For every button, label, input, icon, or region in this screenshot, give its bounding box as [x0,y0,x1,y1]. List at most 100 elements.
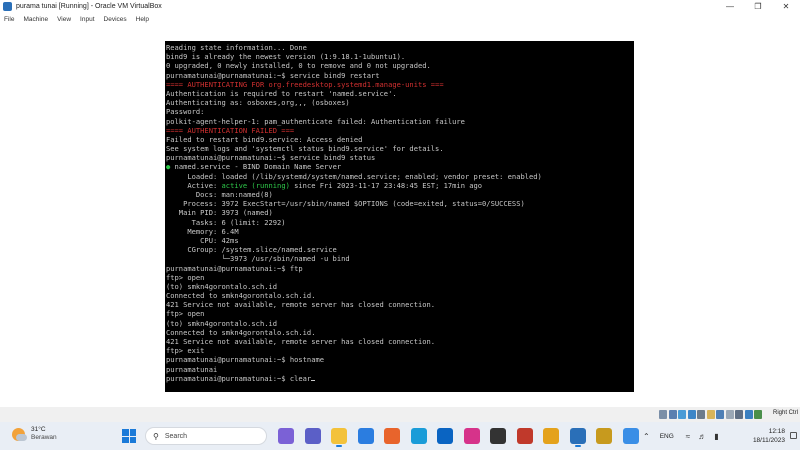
menu-bar: File Machine View Input Devices Help [0,13,800,25]
terminal-line: See system logs and 'systemctl status bi… [166,144,444,154]
terminal-line: CGroup: /system.slice/named.service [166,245,337,255]
terminal-line: Authentication is required to restart 'n… [166,88,397,98]
terminal-line: CPU: 42ms [166,235,239,245]
network-icon[interactable] [687,410,696,419]
device-indicators [658,410,762,419]
video-capture-icon[interactable] [725,410,734,419]
chevron-up-icon[interactable]: ⌃ [643,432,650,441]
terminal-line: Tasks: 6 (limit: 2292) [166,217,286,227]
terminal-line: ftp> exit [166,346,205,356]
menu-file[interactable]: File [4,16,14,23]
shared-folders-icon[interactable] [706,410,715,419]
terminal-line: 421 Service not available, remote server… [166,337,436,346]
terminal-line: Main PID: 3973 (named) [166,208,273,218]
terminal-line: 421 Service not available, remote server… [166,300,436,310]
system-tray: ⌃ ENG ≈ ♬ ▮ [643,422,727,450]
audio-icon[interactable] [678,410,686,419]
window-controls: — ❐ ✕ [716,0,800,13]
cpu-icon[interactable] [735,410,743,419]
maximize-button[interactable]: ❐ [744,0,772,13]
window-title-bar: purama tunai [Running] - Oracle VM Virtu… [0,0,800,13]
close-button[interactable]: ✕ [772,0,800,13]
vbox-status-bar: Right Ctrl [0,407,800,422]
chrome-icon[interactable] [543,428,559,444]
weather-cloudy-icon [12,427,27,441]
firefox-icon[interactable] [384,428,400,444]
app-w-icon[interactable] [463,428,480,444]
menu-devices[interactable]: Devices [104,16,127,23]
battery-icon[interactable]: ▮ [714,432,718,441]
weather-condition: Berawan [31,434,57,441]
weather-widget[interactable]: 31°C Berawan [12,426,57,442]
terminal-line: polkit-agent-helper-1: pam_authenticate … [166,116,465,126]
terminal-line: Reading state information... Done [166,43,307,52]
clock[interactable]: 12:18 18/11/2023 [735,427,785,445]
terminal-line: └─3973 /usr/sbin/named -u bind [166,254,350,264]
terminal-line: purnamatunai@purnamatunai:~$ hostname [166,355,325,365]
menu-input[interactable]: Input [80,16,94,23]
harddisk-icon[interactable] [659,410,667,419]
menu-machine[interactable]: Machine [23,16,48,23]
terminal-line: Loaded: loaded (/lib/systemd/system/name… [166,171,542,181]
terminal-line: ftp> open [166,309,205,319]
language-indicator[interactable]: ENG [660,433,674,440]
optical-drive-icon[interactable] [668,410,677,419]
terminal-line: ftp> open [166,272,205,282]
terminal-line: Connected to smkn4gorontalo.sch.id. [166,291,316,301]
terminal-console[interactable]: Reading state information... Done bind9 i… [165,41,634,392]
terminal-line: 0 upgraded, 0 newly installed, 0 to remo… [166,61,431,71]
store-icon[interactable] [357,428,374,444]
terminal-line: bind9 is already the newest version (1:9… [166,52,406,62]
minimize-button[interactable]: — [716,0,744,13]
terminal-line: ==== AUTHENTICATION FAILED === [166,125,295,135]
teams-icon[interactable] [304,428,321,444]
terminal-line: purnamatunai [166,364,218,374]
clock-date: 18/11/2023 [752,437,785,444]
edge-icon[interactable] [410,428,427,444]
terminal-line: (to) smkn4gorontalo.sch.id [166,281,278,291]
clock-time: 12:18 [768,428,785,435]
window-title: purama tunai [Running] - Oracle VM Virtu… [16,3,162,10]
notification-icon[interactable] [790,432,797,439]
file-explorer-icon[interactable] [331,428,347,447]
display-icon[interactable] [716,410,724,419]
terminal-line: Active: active (running) since Fri 2023-… [166,180,483,190]
usb-icon[interactable] [697,410,705,419]
terminal-cursor [311,379,316,381]
volume-icon[interactable]: ♬ [698,432,706,441]
search-label: Search [164,432,188,440]
terminal-line: Authenticating as: osboxes,org,,, (osbox… [166,98,350,108]
virtualbox-icon[interactable] [569,428,586,447]
terminal-line: Failed to restart bind9.service: Access … [166,134,363,144]
vm-display: Reading state information... Done bind9 i… [0,25,800,407]
search-icon: ⚲ [153,431,159,441]
mouse-integration-icon[interactable] [744,410,753,419]
terminal-line: purnamatunai@purnamatunai:~$ service bin… [166,70,380,80]
terminal-line: purnamatunai@purnamatunai:~$ clear [166,374,633,383]
app-yellow-icon[interactable] [596,428,612,444]
pinned-apps [278,428,649,447]
terminal-line: Docs: man:named(8) [166,190,273,199]
terminal-line: purnamatunai@purnamatunai:~$ ftp [166,263,303,273]
terminal-line: (to) smkn4gorontalo.sch.id [166,318,278,328]
terminal-line: ==== AUTHENTICATING FOR org.freedesktop.… [166,79,444,89]
copilot-icon[interactable] [278,428,294,444]
virtualbox-icon [3,2,12,11]
weather-temperature: 31°C [31,426,46,433]
mail-icon[interactable] [437,428,453,444]
terminal-line: Connected to smkn4gorontalo.sch.id. [166,327,316,337]
terminal-line: Process: 3972 ExecStart=/usr/sbin/named … [166,199,525,209]
host-key-label: Right Ctrl [772,410,798,416]
start-button[interactable] [122,429,136,443]
wifi-icon[interactable]: ≈ [686,432,690,441]
app-blue-icon[interactable] [622,428,639,444]
terminal-icon[interactable] [490,428,506,444]
menu-view[interactable]: View [57,16,71,23]
menu-help[interactable]: Help [136,16,149,23]
taskbar: 31°C Berawan ⚲ Search ⌃ ENG ≈ ♬ ▮ 12:18 … [0,422,800,450]
terminal-line: purnamatunai@purnamatunai:~$ service bin… [166,153,376,163]
terminal-line: ● named.service - BIND Domain Name Serve… [166,162,342,172]
app-grid-icon[interactable] [516,428,533,444]
arrow-down-icon[interactable] [754,410,762,419]
taskbar-search-box[interactable]: ⚲ Search [145,427,267,445]
